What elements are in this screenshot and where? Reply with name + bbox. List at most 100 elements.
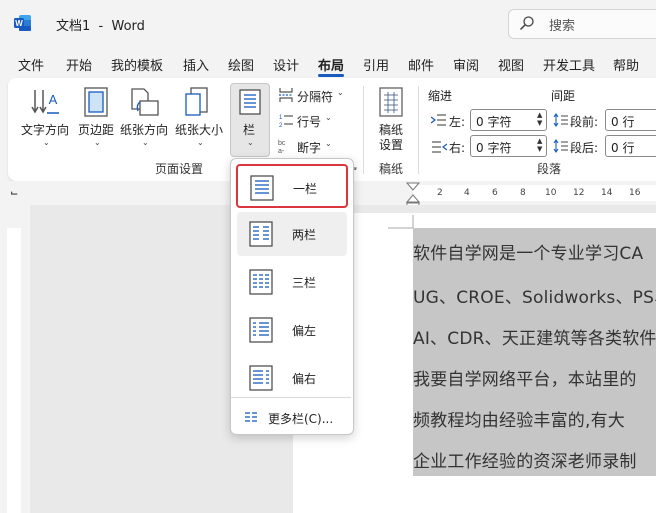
text-direction-button[interactable]: 文字方向 [21, 121, 69, 138]
group-separator [363, 86, 364, 174]
ruler-number: 12 [573, 188, 585, 198]
tab-layout[interactable]: 布局 [318, 55, 344, 74]
paragraph-group-label: 段落 [537, 162, 562, 176]
left-column-icon [249, 317, 273, 343]
ruler-number: 10 [545, 188, 557, 198]
tab-help[interactable]: 帮助 [613, 55, 639, 74]
columns-menu-item-two[interactable]: 两栏 [237, 212, 347, 256]
tab-view[interactable]: 视图 [498, 55, 524, 74]
breaks-icon[interactable] [278, 87, 294, 103]
chevron-down-icon[interactable]: ⌄ [94, 138, 101, 147]
ruler-number: 14 [601, 188, 613, 198]
columns-dropdown-menu: 一栏 两栏 三栏 偏左 偏右 [230, 158, 354, 435]
document-line[interactable]: UG、CROE、Solidworks、PS、offi [413, 283, 656, 308]
hyphenation-icon[interactable]: bc a- [278, 138, 296, 154]
search-icon[interactable] [519, 15, 535, 31]
ruler-text-area [413, 185, 656, 201]
tab-file[interactable]: 文件 [18, 55, 44, 74]
more-columns-label: 更多栏(C)... [268, 412, 334, 426]
spin-arrows-icon[interactable]: ▲ ▼ [537, 111, 542, 127]
svg-text:bc: bc [278, 140, 286, 147]
chevron-down-icon[interactable]: ⌄ [43, 138, 50, 147]
indent-label: 缩进 [428, 89, 453, 103]
tab-mailings[interactable]: 邮件 [408, 55, 434, 74]
ruler-number: 4 [464, 188, 470, 198]
columns-menu-item-right[interactable]: 偏右 [237, 356, 347, 400]
tab-references[interactable]: 引用 [363, 55, 389, 74]
manuscript-icon[interactable] [378, 87, 404, 117]
columns-menu-item-label: 一栏 [293, 182, 318, 196]
menu-separator [231, 397, 351, 398]
more-columns-item[interactable]: 更多栏(C)... [236, 404, 348, 432]
chevron-down-icon[interactable]: ⌄ [197, 138, 204, 147]
document-line[interactable]: 频教程均由经验丰富的,有大 [413, 406, 656, 431]
svg-text:1: 1 [279, 115, 283, 121]
svg-text:2: 2 [279, 123, 283, 128]
margins-button[interactable]: 页边距 [78, 121, 114, 138]
tab-developer[interactable]: 开发工具 [543, 55, 595, 74]
spacing-label: 间距 [551, 89, 576, 103]
ruler-number: 16 [629, 188, 641, 198]
spacing-before-input[interactable]: 0 行 [605, 109, 656, 131]
chevron-down-icon[interactable]: ⌄ [337, 88, 344, 97]
indent-right-input[interactable]: 0 字符 [470, 135, 547, 157]
selected-text-highlight [413, 228, 656, 476]
spacing-after-label: 段后: [570, 141, 599, 155]
spacing-after-icon [553, 139, 568, 153]
columns-menu-item-left[interactable]: 偏左 [237, 308, 347, 352]
document-line[interactable]: 软件自学网是一个专业学习CA [413, 239, 656, 264]
columns-menu-item-three[interactable]: 三栏 [237, 260, 347, 304]
breaks-button[interactable]: 分隔符 [297, 88, 333, 105]
spacing-after-input[interactable]: 0 行 [605, 135, 656, 157]
line-numbers-button[interactable]: 行号 [297, 113, 321, 130]
tab-home[interactable]: 开始 [66, 55, 92, 74]
columns-menu-item-label: 偏左 [292, 324, 317, 338]
document-line[interactable]: 我要自学网络平台，本站里的 [413, 365, 656, 390]
line-numbers-icon[interactable]: 1 2 [278, 112, 294, 128]
document-line[interactable]: 企业工作经验的资深老师录制 [413, 447, 656, 472]
three-columns-icon [249, 269, 273, 295]
ruler-number: 8 [520, 188, 526, 198]
orientation-button[interactable]: 纸张方向 [120, 121, 168, 138]
document-line[interactable]: AI、CDR、天正建筑等各类软件 [413, 324, 656, 349]
tab-review[interactable]: 审阅 [453, 55, 479, 74]
svg-text:a-: a- [278, 148, 285, 154]
columns-menu-item-label: 两栏 [292, 228, 317, 242]
paper-size-icon[interactable] [184, 87, 210, 117]
ruler-number: 2 [437, 188, 443, 198]
ruler-number: 6 [492, 188, 498, 198]
chevron-down-icon[interactable]: ⌄ [325, 139, 332, 148]
margins-icon[interactable] [83, 87, 109, 117]
chevron-down-icon[interactable]: ⌄ [247, 138, 254, 147]
page-setup-group-label: 页面设置 [155, 162, 204, 176]
columns-menu-item-one[interactable]: 一栏 [236, 164, 348, 208]
hyphenation-button[interactable]: 断字 [297, 139, 321, 156]
tab-stop-selector-icon[interactable]: ⌙ [10, 188, 18, 199]
document-title: 文档1 - Word [56, 19, 145, 34]
columns-menu-item-label: 偏右 [292, 372, 317, 386]
paper-size-button[interactable]: 纸张大小 [175, 121, 223, 138]
text-direction-icon[interactable]: A [31, 87, 61, 117]
svg-text:W: W [15, 19, 23, 28]
spacing-before-icon [553, 113, 568, 127]
columns-menu-item-label: 三栏 [292, 276, 317, 290]
chevron-down-icon[interactable]: ⌄ [325, 113, 332, 122]
orientation-icon[interactable] [130, 87, 160, 117]
two-columns-icon [249, 221, 273, 247]
columns-label[interactable]: 栏 [243, 121, 255, 138]
columns-icon[interactable] [239, 89, 261, 115]
tab-design[interactable]: 设计 [273, 55, 299, 74]
indent-left-input[interactable]: 0 字符 [470, 109, 547, 131]
indent-right-icon [432, 141, 447, 153]
spin-arrows-icon[interactable]: ▲ ▼ [537, 137, 542, 153]
tab-my-templates[interactable]: 我的模板 [111, 55, 163, 74]
tab-insert[interactable]: 插入 [183, 55, 209, 74]
vertical-ruler-text-area [7, 228, 21, 513]
search-placeholder[interactable]: 搜索 [549, 15, 575, 34]
indent-left-icon [431, 114, 446, 126]
chevron-down-icon[interactable]: ⌄ [142, 138, 149, 147]
tab-draw[interactable]: 绘图 [228, 55, 254, 74]
manuscript-settings-label[interactable]: 设置 [379, 136, 403, 153]
one-column-icon [250, 175, 274, 201]
indent-left-label: 左: [449, 115, 466, 129]
